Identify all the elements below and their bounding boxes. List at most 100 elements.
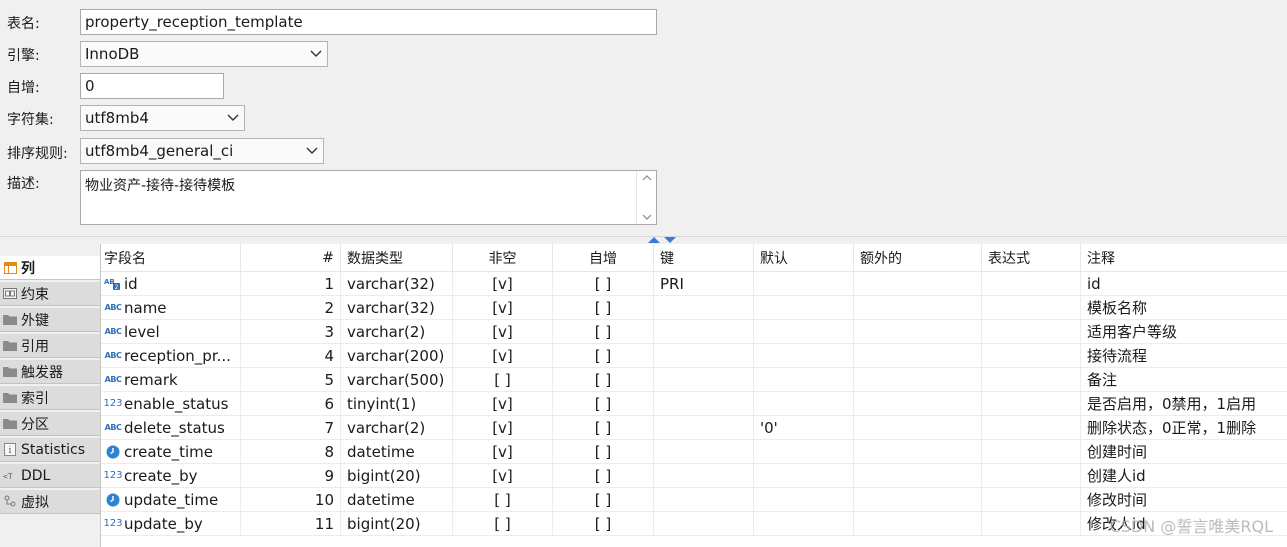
auto-increment-cell[interactable]: [ ] bbox=[553, 488, 654, 512]
auto-increment-cell[interactable]: [ ] bbox=[553, 296, 654, 320]
comment-cell[interactable]: 修改时间 bbox=[1081, 488, 1287, 512]
not-null-cell[interactable]: [ ] bbox=[453, 512, 553, 536]
header-key[interactable]: 键 bbox=[654, 244, 754, 272]
default-cell[interactable] bbox=[754, 272, 854, 296]
tab-constraints[interactable]: 约束 bbox=[0, 282, 100, 306]
data-type-cell[interactable]: bigint(20) bbox=[341, 512, 453, 536]
extra-cell[interactable] bbox=[854, 368, 982, 392]
extra-cell[interactable] bbox=[854, 296, 982, 320]
auto-increment-cell[interactable]: [ ] bbox=[553, 368, 654, 392]
ordinal-cell[interactable]: 5 bbox=[241, 368, 341, 392]
table-row[interactable]: ABC reception_pr... 4 varchar(200) [v][ ] 接待流… bbox=[101, 344, 1287, 368]
key-cell[interactable] bbox=[654, 368, 754, 392]
ordinal-cell[interactable]: 7 bbox=[241, 416, 341, 440]
default-cell[interactable] bbox=[754, 464, 854, 488]
field-name-cell[interactable]: ABC reception_pr... bbox=[101, 344, 241, 368]
comment-cell[interactable]: 接待流程 bbox=[1081, 344, 1287, 368]
key-cell[interactable] bbox=[654, 464, 754, 488]
auto-increment-cell[interactable]: [ ] bbox=[553, 272, 654, 296]
key-cell[interactable] bbox=[654, 512, 754, 536]
comment-cell[interactable]: 模板名称 bbox=[1081, 296, 1287, 320]
panel-splitter[interactable] bbox=[0, 236, 1287, 244]
table-row[interactable]: ABC remark 5 varchar(500)[ ][ ] 备注 bbox=[101, 368, 1287, 392]
tab-indexes[interactable]: 索引 bbox=[0, 386, 100, 410]
tab-partitions[interactable]: 分区 bbox=[0, 412, 100, 436]
key-cell[interactable] bbox=[654, 296, 754, 320]
auto-increment-cell[interactable]: [ ] bbox=[553, 512, 654, 536]
auto-increment-cell[interactable]: [ ] bbox=[553, 464, 654, 488]
extra-cell[interactable] bbox=[854, 440, 982, 464]
header-not-null[interactable]: 非空 bbox=[453, 244, 553, 272]
default-cell[interactable] bbox=[754, 320, 854, 344]
key-cell[interactable]: PRI bbox=[654, 272, 754, 296]
field-name-cell[interactable]: create_time bbox=[101, 440, 241, 464]
auto-increment-cell[interactable]: [ ] bbox=[553, 320, 654, 344]
header-auto-increment[interactable]: 自增 bbox=[553, 244, 654, 272]
header-field-name[interactable]: 字段名 bbox=[101, 244, 241, 272]
expression-cell[interactable] bbox=[982, 416, 1081, 440]
description-scrollbar[interactable] bbox=[636, 171, 656, 224]
table-row[interactable]: ABC name 2 varchar(32) [v][ ] 模板名称 bbox=[101, 296, 1287, 320]
not-null-cell[interactable]: [v] bbox=[453, 392, 553, 416]
expression-cell[interactable] bbox=[982, 272, 1081, 296]
field-name-cell[interactable]: ABC remark bbox=[101, 368, 241, 392]
comment-cell[interactable]: id bbox=[1081, 272, 1287, 296]
auto-increment-input[interactable]: 0 bbox=[80, 73, 224, 99]
table-row[interactable]: 123 create_by 9 bigint(20) [v][ ] 创建人id bbox=[101, 464, 1287, 488]
not-null-cell[interactable]: [v] bbox=[453, 440, 553, 464]
key-cell[interactable] bbox=[654, 416, 754, 440]
field-name-cell[interactable]: update_time bbox=[101, 488, 241, 512]
extra-cell[interactable] bbox=[854, 272, 982, 296]
not-null-cell[interactable]: [v] bbox=[453, 344, 553, 368]
table-row[interactable]: 123 enable_status 6 tinyint(1) [v][ ] 是否启用，0禁… bbox=[101, 392, 1287, 416]
extra-cell[interactable] bbox=[854, 320, 982, 344]
expression-cell[interactable] bbox=[982, 488, 1081, 512]
ordinal-cell[interactable]: 11 bbox=[241, 512, 341, 536]
header-default[interactable]: 默认 bbox=[754, 244, 854, 272]
header-extra[interactable]: 额外的 bbox=[854, 244, 982, 272]
default-cell[interactable] bbox=[754, 512, 854, 536]
key-cell[interactable] bbox=[654, 320, 754, 344]
field-name-cell[interactable]: ABC delete_status bbox=[101, 416, 241, 440]
default-cell[interactable] bbox=[754, 344, 854, 368]
data-type-cell[interactable]: varchar(2) bbox=[341, 416, 453, 440]
default-cell[interactable] bbox=[754, 440, 854, 464]
header-expression[interactable]: 表达式 bbox=[982, 244, 1081, 272]
tab-triggers[interactable]: 触发器 bbox=[0, 360, 100, 384]
expression-cell[interactable] bbox=[982, 464, 1081, 488]
field-name-cell[interactable]: ABC level bbox=[101, 320, 241, 344]
splitter-arrows[interactable] bbox=[648, 237, 676, 243]
table-name-input[interactable]: property_reception_template bbox=[80, 9, 657, 35]
auto-increment-cell[interactable]: [ ] bbox=[553, 344, 654, 368]
default-cell[interactable] bbox=[754, 488, 854, 512]
ordinal-cell[interactable]: 9 bbox=[241, 464, 341, 488]
expression-cell[interactable] bbox=[982, 320, 1081, 344]
collation-select[interactable]: utf8mb4_general_ci bbox=[80, 138, 324, 164]
data-type-cell[interactable]: varchar(32) bbox=[341, 296, 453, 320]
tab-columns[interactable]: 列 bbox=[0, 256, 100, 280]
header-ordinal[interactable]: # bbox=[241, 244, 341, 272]
ordinal-cell[interactable]: 4 bbox=[241, 344, 341, 368]
comment-cell[interactable]: 创建时间 bbox=[1081, 440, 1287, 464]
auto-increment-cell[interactable]: [ ] bbox=[553, 392, 654, 416]
comment-cell[interactable]: 适用客户等级 bbox=[1081, 320, 1287, 344]
field-name-cell[interactable]: 123 update_by bbox=[101, 512, 241, 536]
field-name-cell[interactable]: 123 create_by bbox=[101, 464, 241, 488]
expression-cell[interactable] bbox=[982, 440, 1081, 464]
chevron-up-icon[interactable] bbox=[642, 175, 652, 181]
auto-increment-cell[interactable]: [ ] bbox=[553, 416, 654, 440]
data-type-cell[interactable]: varchar(500) bbox=[341, 368, 453, 392]
charset-select[interactable]: utf8mb4 bbox=[80, 105, 245, 131]
comment-cell[interactable]: 备注 bbox=[1081, 368, 1287, 392]
description-textarea[interactable]: 物业资产-接待-接待模板 bbox=[80, 170, 657, 225]
engine-select[interactable]: InnoDB bbox=[80, 41, 328, 67]
not-null-cell[interactable]: [ ] bbox=[453, 368, 553, 392]
chevron-down-icon[interactable] bbox=[642, 214, 652, 220]
extra-cell[interactable] bbox=[854, 464, 982, 488]
ordinal-cell[interactable]: 6 bbox=[241, 392, 341, 416]
tab-virtual[interactable]: 虚拟 bbox=[0, 490, 100, 514]
field-name-cell[interactable]: 123 enable_status bbox=[101, 392, 241, 416]
default-cell[interactable] bbox=[754, 392, 854, 416]
ordinal-cell[interactable]: 10 bbox=[241, 488, 341, 512]
key-cell[interactable] bbox=[654, 488, 754, 512]
